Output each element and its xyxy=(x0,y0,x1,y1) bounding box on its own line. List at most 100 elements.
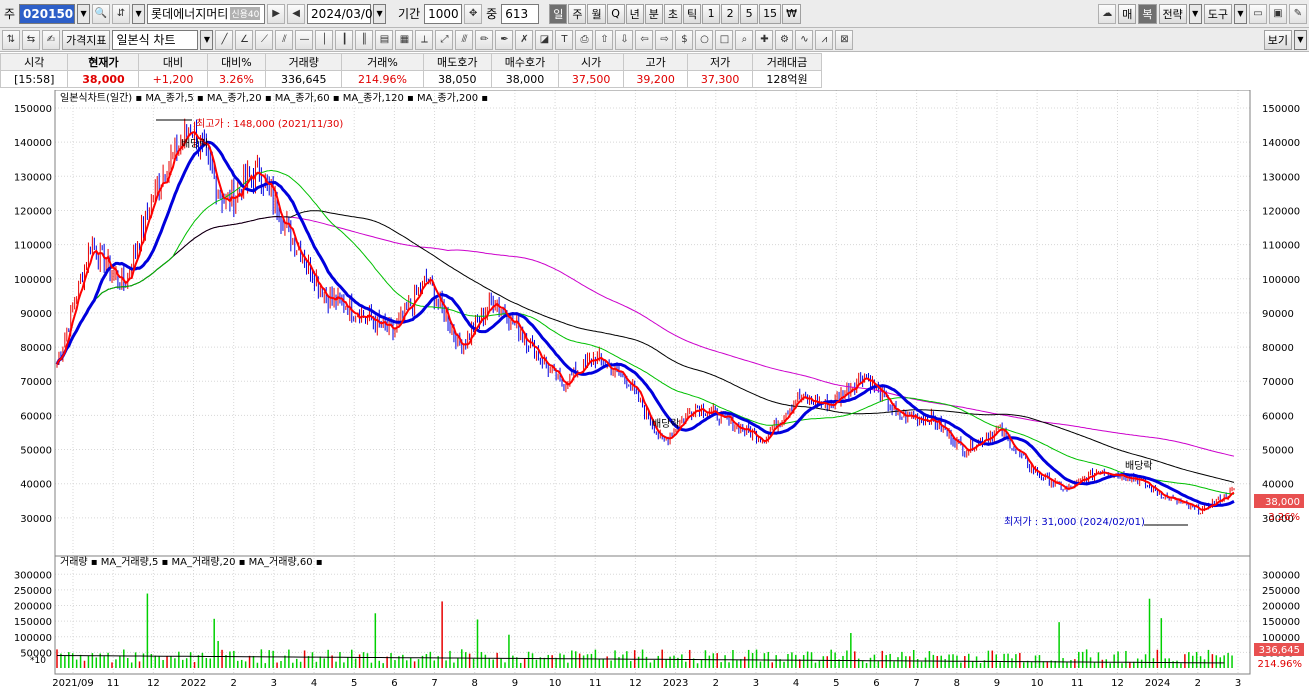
interval-2[interactable]: 월 xyxy=(587,3,606,24)
mid-input[interactable]: 613 xyxy=(501,3,540,24)
quote-value-7: 38,000 xyxy=(490,70,560,88)
stock-chart[interactable]: 30000 30000 40000 40000 50000 50000 60000 60000… xyxy=(0,90,1309,688)
sort-dropdown[interactable]: ▼ xyxy=(132,3,146,24)
prev-arrow-icon[interactable]: ◀ xyxy=(287,3,306,24)
volume-badge: 336,645 xyxy=(1259,645,1300,656)
chart-canvas[interactable]: 30000 3000040000 4000050000 5000060000 60000… xyxy=(0,90,1309,688)
quote-header-4: 거래량 xyxy=(265,53,343,71)
x-tick-label: 6 xyxy=(873,678,879,688)
interval-10[interactable]: 5 xyxy=(740,3,759,24)
price-tick-left: 40000 xyxy=(20,480,52,491)
marker-tool-icon[interactable]: ✒ xyxy=(495,29,514,50)
interval-6[interactable]: 초 xyxy=(663,3,682,24)
tools-dropdown[interactable]: ▼ xyxy=(1234,3,1247,24)
price-badge: 38,000 xyxy=(1265,497,1300,508)
strategy-button[interactable]: 전략 xyxy=(1158,3,1187,24)
volume-tick-right: 150000 xyxy=(1262,617,1300,628)
fib-tool-icon[interactable]: ▦ xyxy=(395,29,414,50)
interval-0[interactable]: 일 xyxy=(549,3,568,24)
cloud-icon[interactable]: ☁ xyxy=(1098,3,1117,24)
quote-value-0: [15:58] xyxy=(0,70,69,88)
buy-button[interactable]: 매 xyxy=(1118,3,1137,24)
view-dropdown[interactable]: ▼ xyxy=(1294,29,1307,50)
left-arrow-icon[interactable]: ⇦ xyxy=(635,29,654,50)
quote-value-11: 128억원 xyxy=(751,70,823,88)
line-tool-icon[interactable]: ╱ xyxy=(215,29,234,50)
search-icon[interactable]: 🔍 xyxy=(92,3,111,24)
interval-5[interactable]: 분 xyxy=(644,3,663,24)
next-arrow-icon[interactable]: ▶ xyxy=(267,3,286,24)
interval-3[interactable]: Q xyxy=(606,3,625,24)
x-tick-label: 3 xyxy=(753,678,759,688)
bars-tool-icon[interactable]: ║ xyxy=(355,29,374,50)
x-tick-label: 4 xyxy=(311,678,317,688)
volume-pct-badge: 214.96% xyxy=(1258,659,1303,670)
price-indicator-button[interactable]: 가격지표 xyxy=(62,29,111,50)
vline-tool-icon[interactable]: │ xyxy=(315,29,334,50)
x-tick-label: 2 xyxy=(713,678,719,688)
zigzag-icon[interactable]: ⩘ xyxy=(815,29,834,50)
x-tick-label: 2023 xyxy=(663,678,688,688)
view-button[interactable]: 보기 xyxy=(1263,29,1292,50)
print-icon[interactable]: ⎙ xyxy=(575,29,594,50)
tools-button[interactable]: 도구 xyxy=(1203,3,1232,24)
interval-4[interactable]: 년 xyxy=(625,3,644,24)
circle-tool-icon[interactable]: ○ xyxy=(695,29,714,50)
fan-tool-icon[interactable]: ⫽ xyxy=(275,29,294,50)
window-icon[interactable]: ▭ xyxy=(1249,3,1267,24)
interval-8[interactable]: 1 xyxy=(702,3,721,24)
quote-value-3: 3.26% xyxy=(206,70,267,88)
grid-tool-icon[interactable]: ┃ xyxy=(335,29,354,50)
stock-name-field[interactable]: 롯데에너지머티 신용40 xyxy=(147,3,266,24)
price-tick-right: 80000 xyxy=(1262,343,1294,354)
text-tool-icon[interactable]: T xyxy=(555,29,574,50)
down-arrow-icon[interactable]: ⇩ xyxy=(615,29,634,50)
channel-tool-icon[interactable]: ⟂ xyxy=(415,29,434,50)
angle-tool-icon[interactable]: ∠ xyxy=(235,29,254,50)
zoom-icon[interactable]: ✥ xyxy=(464,3,483,24)
fill-icon[interactable]: ◪ xyxy=(535,29,554,50)
dividend-label-2: 배당락 xyxy=(652,418,680,430)
rect-tool-icon[interactable]: □ xyxy=(715,29,734,50)
trend-tool-icon[interactable]: ⤢ xyxy=(435,29,454,50)
save-icon[interactable]: ▣ xyxy=(1269,3,1287,24)
table-tool-icon[interactable]: ▤ xyxy=(375,29,394,50)
interval-7[interactable]: 틱 xyxy=(682,3,702,24)
stock-code-dropdown[interactable]: ▼ xyxy=(77,3,91,24)
up-arrow-icon[interactable]: ⇧ xyxy=(595,29,614,50)
up-down-icon[interactable]: ⇅ xyxy=(2,29,20,50)
pen-tool-icon[interactable]: ✏ xyxy=(475,29,494,50)
date-dropdown[interactable]: ▼ xyxy=(373,3,387,24)
left-right-icon[interactable]: ⇆ xyxy=(22,29,40,50)
interval-9[interactable]: 2 xyxy=(721,3,740,24)
magnify-icon[interactable]: ⌕ xyxy=(735,29,754,50)
settings-icon[interactable]: ⚙ xyxy=(775,29,794,50)
x-tick-label: 9 xyxy=(512,678,518,688)
ray-tool-icon[interactable]: ⟋ xyxy=(255,29,274,50)
dollar-icon[interactable]: $ xyxy=(675,29,694,50)
price-tick-right: 70000 xyxy=(1262,377,1294,388)
chart-type-dropdown[interactable]: ▼ xyxy=(200,29,214,50)
hline-tool-icon[interactable]: — xyxy=(295,29,314,50)
close-box-icon[interactable]: ⊠ xyxy=(835,29,854,50)
eraser-icon[interactable]: ✗ xyxy=(515,29,534,50)
strategy-dropdown[interactable]: ▼ xyxy=(1188,3,1202,24)
edit-icon[interactable]: ✍ xyxy=(42,29,60,50)
quote-table: 시각 현재가 대비 대비% 거래량 거래% 매도호가 매수호가 시가 고가 저가 거래대금 [15:5… xyxy=(0,53,823,89)
chart-type-select[interactable]: 일본식 차트 xyxy=(112,29,199,50)
interval-12[interactable]: ₩ xyxy=(782,3,801,24)
stock-code-input[interactable]: 020150 xyxy=(19,3,76,24)
period-input[interactable]: 1000 xyxy=(424,3,463,24)
crosshair-icon[interactable]: ✚ xyxy=(755,29,774,50)
sort-icon[interactable]: ⇵ xyxy=(112,3,131,24)
date-input[interactable]: 2024/03/08 xyxy=(307,3,380,24)
wrench-icon[interactable]: ✎ xyxy=(1289,3,1307,24)
price-tick-right: 120000 xyxy=(1262,206,1300,217)
interval-1[interactable]: 주 xyxy=(568,3,587,24)
parallel-tool-icon[interactable]: ⫻ xyxy=(455,29,474,50)
wave-icon[interactable]: ∿ xyxy=(795,29,814,50)
right-arrow-icon[interactable]: ⇨ xyxy=(655,29,674,50)
interval-11[interactable]: 15 xyxy=(759,3,782,24)
price-tick-left: 60000 xyxy=(20,411,52,422)
multi-button[interactable]: 복 xyxy=(1138,3,1157,24)
